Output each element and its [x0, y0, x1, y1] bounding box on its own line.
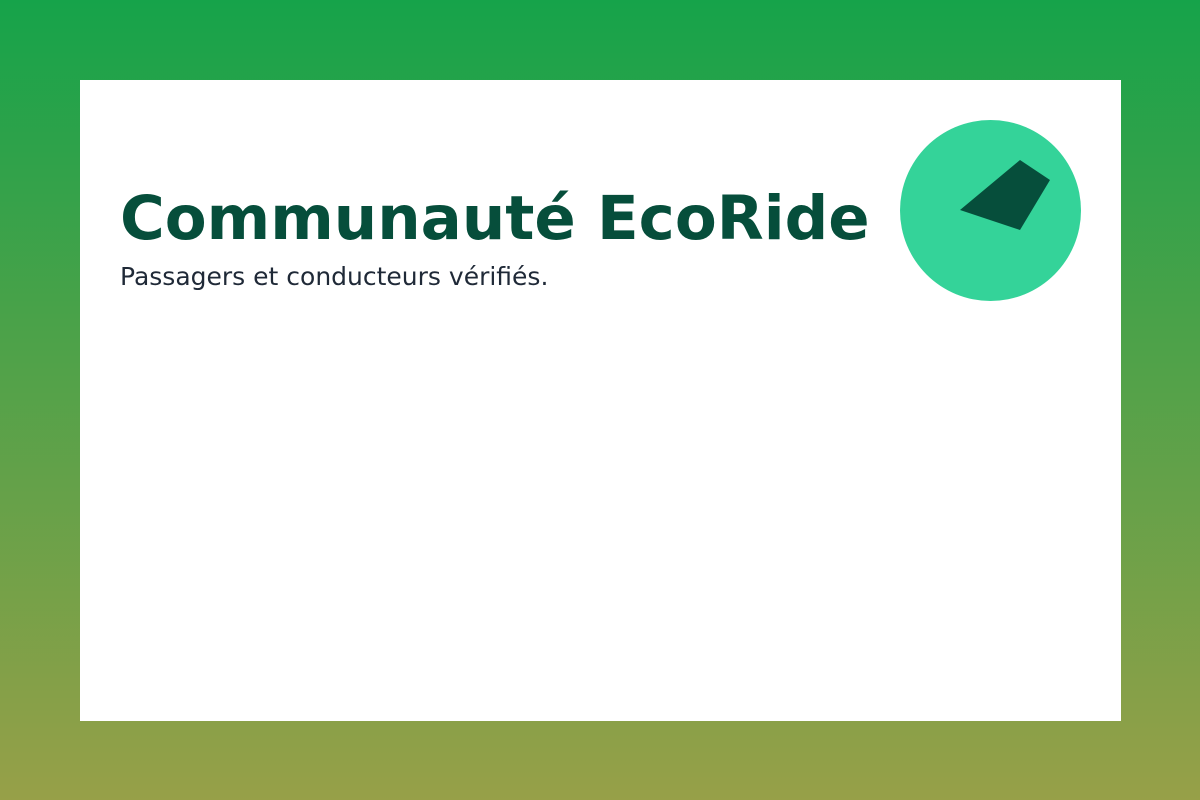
leaf-arrow-icon	[900, 120, 1081, 301]
logo-badge	[900, 120, 1081, 301]
page-subtitle: Passagers et conducteurs vérifiés.	[120, 262, 549, 291]
hero-card: Communauté EcoRide Passagers et conducte…	[80, 80, 1121, 721]
page-title: Communauté EcoRide	[120, 183, 870, 254]
